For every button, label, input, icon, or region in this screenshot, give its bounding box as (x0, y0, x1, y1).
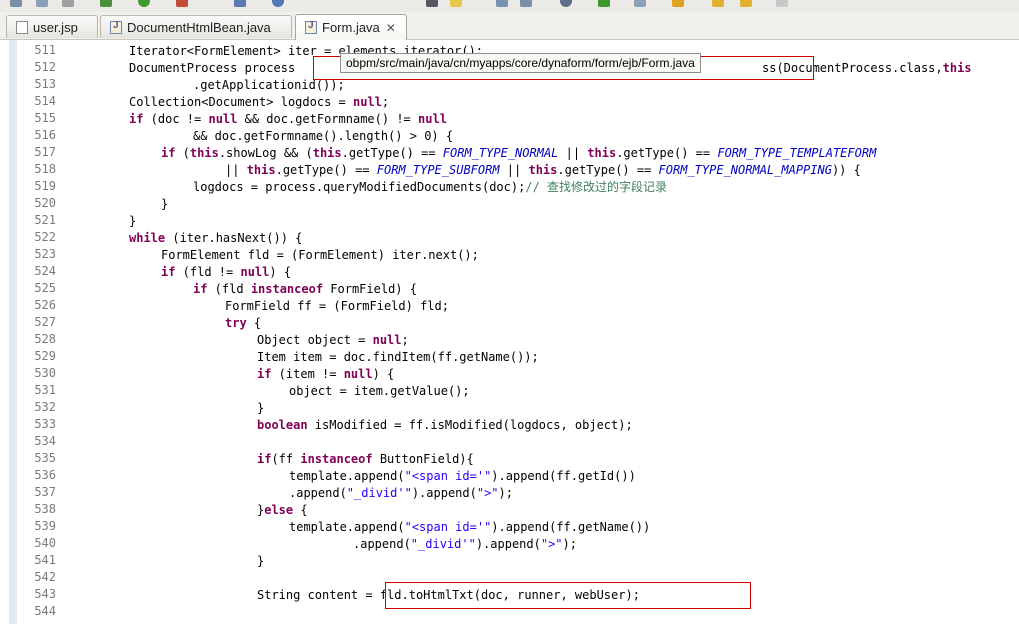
code-line-519: logdocs = process.queryModifiedDocuments… (193, 180, 668, 194)
code-line-521: } (129, 214, 137, 228)
tab-label: Form.java (322, 20, 380, 35)
editor-tab-bar: user.jsp DocumentHtmlBean.java Form.java… (0, 12, 1019, 40)
line-number: 531 (34, 383, 56, 397)
code-area[interactable]: Iterator<FormElement> iter = elements.it… (65, 40, 1019, 624)
line-number: 529 (34, 349, 56, 363)
code-line-540: .append("_divid'").append(">"); (353, 537, 577, 551)
code-line-526: FormField ff = (FormField) fld; (225, 299, 449, 313)
line-number: 519 (34, 179, 56, 193)
code-line-535: if(ff instanceof ButtonField){ (257, 452, 474, 466)
line-number: 539 (34, 519, 56, 533)
line-number: 540 (34, 536, 56, 550)
tab-user-jsp[interactable]: user.jsp (6, 15, 98, 38)
tab-documenthtmlbean-java[interactable]: DocumentHtmlBean.java (100, 15, 292, 38)
line-number: 514 (34, 94, 56, 108)
code-line-525: if (fld instanceof FormField) { (193, 282, 417, 296)
run-icon[interactable] (100, 0, 112, 7)
toolbar-icon[interactable] (776, 0, 788, 7)
line-number: 530 (34, 366, 56, 380)
code-line-529: Item item = doc.findItem(ff.getName()); (257, 350, 539, 364)
jsp-file-icon (16, 20, 28, 34)
line-number: 535 (34, 451, 56, 465)
line-number: 534 (34, 434, 56, 448)
toolbar-icon[interactable] (36, 0, 48, 7)
code-line-523: FormElement fld = (FormElement) iter.nex… (161, 248, 479, 262)
line-number: 517 (34, 145, 56, 159)
toolbar (0, 0, 1019, 12)
toolbar-icon[interactable] (496, 0, 508, 7)
code-line-530: if (item != null) { (257, 367, 395, 381)
line-number: 523 (34, 247, 56, 261)
line-number: 516 (34, 128, 56, 142)
toolbar-icon[interactable] (426, 0, 438, 7)
code-line-518: || this.getType() == FORM_TYPE_SUBFORM |… (225, 163, 861, 177)
line-number: 532 (34, 400, 56, 414)
line-number: 527 (34, 315, 56, 329)
tab-label: DocumentHtmlBean.java (127, 19, 271, 35)
line-number: 533 (34, 417, 56, 431)
toolbar-icon[interactable] (10, 0, 22, 7)
line-number: 536 (34, 468, 56, 482)
code-line-532: } (257, 401, 265, 415)
forward-icon[interactable] (740, 0, 752, 7)
close-icon[interactable]: ✕ (386, 21, 396, 35)
line-number: 528 (34, 332, 56, 346)
line-number: 518 (34, 162, 56, 176)
toolbar-icon[interactable] (62, 0, 74, 7)
code-line-539: template.append("<span id='").append(ff.… (289, 520, 651, 534)
file-path-tooltip: obpm/src/main/java/cn/myapps/core/dynafo… (340, 53, 701, 73)
java-file-icon (110, 20, 122, 34)
run-icon[interactable] (598, 0, 610, 7)
run-icon[interactable] (138, 0, 150, 7)
line-number: 541 (34, 553, 56, 567)
line-number: 515 (34, 111, 56, 125)
line-number: 542 (34, 570, 56, 584)
line-number: 522 (34, 230, 56, 244)
toolbar-icon[interactable] (234, 0, 246, 7)
code-editor[interactable]: 511 512 513 514 515 516 517 518 519 520 521 522 523 5… (0, 40, 1019, 624)
toolbar-icon[interactable] (634, 0, 646, 7)
tab-form-java[interactable]: Form.java ✕ (295, 14, 407, 40)
line-number-gutter: 511 512 513 514 515 516 517 518 519 520 521 522 523 5… (20, 40, 58, 624)
code-line-512: DocumentProcess process (129, 61, 303, 75)
toolbar-icon[interactable] (672, 0, 684, 7)
line-number: 537 (34, 485, 56, 499)
code-line-531: object = item.getValue(); (289, 384, 470, 398)
line-number: 543 (34, 587, 56, 601)
line-number: 512 (34, 60, 56, 74)
code-line-515: if (doc != null && doc.getFormname() != … (129, 112, 447, 126)
code-line-514: Collection<Document> logdocs = null; (129, 95, 390, 109)
code-line-517: if (this.showLog && (this.getType() == F… (161, 146, 877, 160)
code-line-524: if (fld != null) { (161, 265, 292, 279)
java-file-icon (305, 20, 317, 34)
back-icon[interactable] (712, 0, 724, 7)
code-line-533: boolean isModified = ff.isModified(logdo… (257, 418, 633, 432)
code-line-522: while (iter.hasNext()) { (129, 231, 303, 245)
line-number: 525 (34, 281, 56, 295)
overview-ruler (9, 40, 17, 624)
code-line-537: .append("_divid'").append(">"); (289, 486, 513, 500)
code-line-536: template.append("<span id='").append(ff.… (289, 469, 636, 483)
code-line-541: } (257, 554, 265, 568)
line-number: 526 (34, 298, 56, 312)
line-number: 538 (34, 502, 56, 516)
toolbar-icon[interactable] (560, 0, 572, 7)
line-number: 520 (34, 196, 56, 210)
toolbar-icon[interactable] (176, 0, 188, 7)
code-line-516: && doc.getFormname().length() > 0) { (193, 129, 454, 143)
code-line-520: } (161, 197, 169, 211)
tab-label: user.jsp (33, 19, 78, 35)
toolbar-icon[interactable] (450, 0, 462, 7)
line-number: 521 (34, 213, 56, 227)
line-number: 513 (34, 77, 56, 91)
toolbar-icon[interactable] (520, 0, 532, 7)
line-number: 511 (34, 43, 56, 57)
code-line-538: }else { (257, 503, 308, 517)
highlight-box-line-543 (385, 582, 751, 609)
toolbar-icon[interactable] (272, 0, 284, 7)
code-line-528: Object object = null; (257, 333, 409, 347)
line-number: 524 (34, 264, 56, 278)
line-number: 544 (34, 604, 56, 618)
code-line-527: try { (225, 316, 262, 330)
